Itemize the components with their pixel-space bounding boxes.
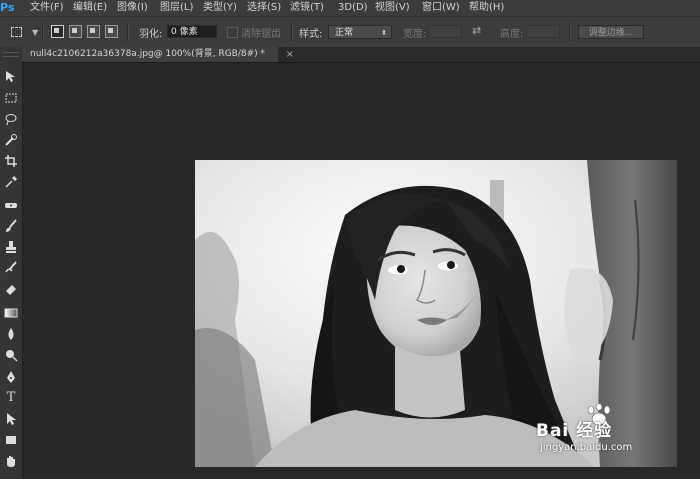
document-tab-title: null4c2106212a36378a.jpg@ 100%(背景, RGB/8… [30,49,266,59]
photoshop-logo: Ps [0,1,15,14]
rect-marquee-icon[interactable] [3,90,19,106]
history-brush-icon[interactable] [3,260,19,276]
marquee-preset-icon [11,27,22,37]
add-to-selection-button[interactable] [69,25,82,38]
swap-dimensions-icon[interactable]: ⇄ [472,24,481,37]
crop-icon[interactable] [3,153,19,169]
style-select[interactable]: 正常 ⬍ [328,25,392,39]
add-selection-icon [72,28,77,33]
blur-icon[interactable] [3,326,19,342]
menu-filter[interactable]: 滤镜(T) [290,0,324,16]
document-tab[interactable]: null4c2106212a36378a.jpg@ 100%(背景, RGB/8… [22,47,294,62]
panel-grip[interactable] [3,52,19,57]
menu-window[interactable]: 窗口(W) [422,0,460,16]
pen-icon[interactable] [3,369,19,385]
healing-brush-icon[interactable] [3,197,19,213]
menu-help[interactable]: 帮助(H) [469,0,504,16]
options-bar: ▼ 羽化: 0 像素 消除锯齿 样式: 正常 ⬍ 宽度: ⇄ 高度: 调整边缘.… [0,16,700,49]
path-select-icon[interactable] [3,411,19,427]
height-input[interactable] [526,25,560,38]
style-select-value: 正常 [335,28,354,38]
menu-type[interactable]: 类型(Y) [203,0,237,16]
gradient-icon[interactable] [3,305,19,321]
type-icon[interactable]: T [3,390,19,406]
rectangle-shape-icon[interactable] [3,432,19,448]
divider [291,23,293,41]
antialias-checkbox[interactable] [227,27,238,38]
chevron-updown-icon: ⬍ [381,29,387,37]
intersect-selection-icon [108,28,113,33]
menu-view[interactable]: 视图(V) [375,0,410,16]
width-label: 宽度: [403,29,427,40]
menu-bar: Ps 文件(F) 编辑(E) 图像(I) 图层(L) 类型(Y) 选择(S) 滤… [0,0,700,16]
menu-image[interactable]: 图像(I) [117,0,148,16]
hand-icon[interactable] [3,453,19,469]
menu-file[interactable]: 文件(F) [30,0,64,16]
feather-label: 羽化: [139,29,163,40]
refine-edge-button[interactable]: 调整边缘... [578,25,644,39]
brush-icon[interactable] [3,218,19,234]
subtract-selection-button[interactable] [87,25,100,38]
close-icon[interactable]: × [286,47,294,62]
new-selection-button[interactable] [51,25,64,38]
dodge-icon[interactable] [3,347,19,363]
intersect-selection-button[interactable] [105,25,118,38]
tool-preset-picker[interactable]: ▼ [8,24,38,40]
height-label: 高度: [500,29,524,40]
divider [127,23,129,41]
menu-layer[interactable]: 图层(L) [160,0,193,16]
menu-edit[interactable]: 编辑(E) [73,0,107,16]
menu-select[interactable]: 选择(S) [247,0,281,16]
subtract-selection-icon [90,28,95,33]
lasso-icon[interactable] [3,111,19,127]
watermark-brand: Bai 经验 [536,421,613,441]
menu-3d[interactable]: 3D(D) [338,0,368,16]
width-input[interactable] [428,25,462,38]
style-label: 样式: [299,29,323,40]
quick-select-icon[interactable] [3,132,19,148]
chevron-down-icon: ▼ [32,28,39,37]
eraser-icon[interactable] [3,281,19,297]
watermark: Bai 经验 jingyan.baidu.com [530,404,690,464]
divider [42,23,44,41]
feather-input[interactable]: 0 像素 [167,25,217,38]
eyedropper-icon[interactable] [3,174,19,190]
clone-stamp-icon[interactable] [3,239,19,255]
new-selection-icon [54,28,59,33]
divider [569,23,571,41]
antialias-label: 消除锯齿 [241,29,281,40]
document-tab-bar: null4c2106212a36378a.jpg@ 100%(背景, RGB/8… [22,47,700,63]
tools-panel: T [0,47,23,479]
move-icon[interactable] [3,69,19,85]
watermark-url: jingyan.baidu.com [540,442,633,453]
